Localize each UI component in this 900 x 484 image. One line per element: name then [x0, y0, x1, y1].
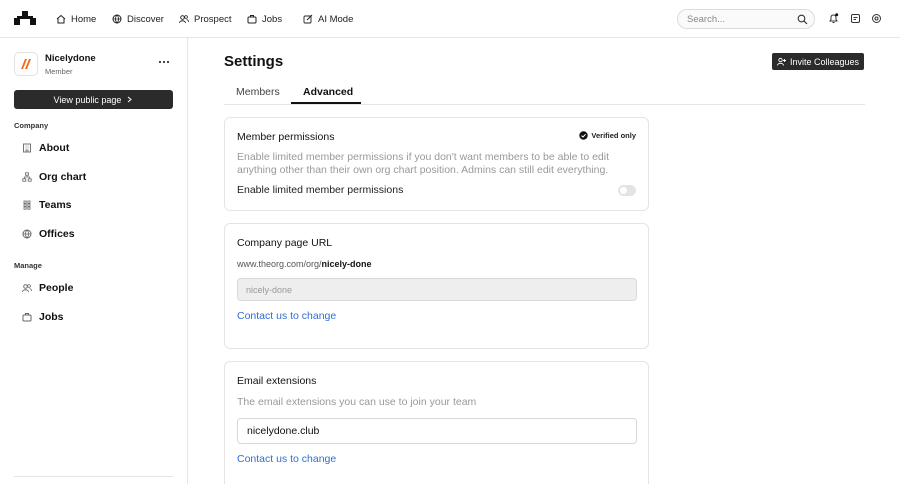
email-extensions-title: Email extensions: [237, 375, 317, 387]
tab-advanced[interactable]: Advanced: [303, 86, 353, 98]
member-permissions-title: Member permissions: [237, 131, 335, 143]
verified-only-badge: Verified only: [579, 131, 636, 140]
org-name[interactable]: Nicelydone: [45, 53, 96, 64]
url-slug: nicely-done: [321, 259, 372, 269]
org-role: Member: [45, 67, 73, 76]
nav-label: Prospect: [194, 13, 232, 25]
people-icon: [22, 284, 32, 293]
sidebar: Nicelydone Member View public page Compa…: [0, 38, 188, 484]
globe-icon: [22, 229, 32, 239]
theorg-logo[interactable]: [14, 11, 36, 25]
sidebar-item-label: People: [39, 282, 74, 294]
company-url-title: Company page URL: [237, 237, 333, 249]
home-icon: [56, 14, 66, 24]
url-prefix: www.theorg.com/org/: [237, 259, 322, 269]
org-chart-icon: [22, 172, 32, 182]
users-icon: [179, 15, 189, 24]
company-url-input[interactable]: nicely-done: [237, 278, 637, 301]
page-title: Settings: [224, 53, 284, 70]
tabs-divider: [224, 104, 865, 105]
view-public-page-button[interactable]: View public page: [14, 90, 173, 109]
limited-permissions-toggle[interactable]: [618, 185, 636, 196]
messages-icon[interactable]: [850, 13, 861, 24]
nav-label: AI Mode: [318, 13, 354, 25]
nav-ai-mode[interactable]: AI Mode: [303, 0, 353, 38]
invite-colleagues-label: Invite Colleagues: [789, 56, 860, 67]
edit-icon: [303, 14, 313, 24]
nav-prospect[interactable]: Prospect: [179, 0, 232, 38]
contact-us-link[interactable]: Contact us to change: [237, 310, 336, 322]
email-extension-input[interactable]: [237, 418, 637, 444]
invite-colleagues-button[interactable]: Invite Colleagues: [772, 53, 864, 70]
view-public-page-label: View public page: [53, 94, 122, 105]
chevron-right-icon: [128, 96, 133, 103]
briefcase-icon: [22, 313, 32, 322]
briefcase-icon: [247, 15, 257, 24]
more-options-icon[interactable]: [158, 56, 170, 68]
company-section-label: Company: [14, 121, 49, 130]
sidebar-item-label: Offices: [39, 228, 75, 240]
sidebar-item-jobs[interactable]: Jobs: [22, 308, 64, 326]
company-url-preview[interactable]: www.theorg.com/org/nicely-done: [237, 259, 372, 269]
sidebar-item-about[interactable]: About: [22, 139, 69, 157]
contact-us-link[interactable]: Contact us to change: [237, 453, 336, 465]
active-tab-indicator: [291, 102, 361, 104]
sidebar-item-label: About: [39, 142, 70, 154]
company-url-input-value: nicely-done: [246, 285, 293, 295]
nav-discover[interactable]: Discover: [112, 0, 164, 38]
manage-section-label: Manage: [14, 261, 42, 270]
settings-icon[interactable]: [871, 13, 882, 24]
search-placeholder: Search...: [687, 14, 726, 25]
sidebar-divider: [14, 476, 173, 477]
teams-icon: [23, 200, 31, 210]
sidebar-item-label: Jobs: [39, 311, 64, 323]
top-bar: Home Discover Prospect Jobs AI Mode Sear…: [0, 0, 900, 38]
bell-icon[interactable]: [828, 13, 839, 24]
sidebar-item-label: Org chart: [39, 171, 87, 183]
limited-permissions-label: Enable limited member permissions: [237, 184, 404, 196]
building-icon: [23, 143, 31, 153]
search-icon: [797, 14, 808, 25]
member-permissions-card: Member permissions Verified only Enable …: [224, 117, 649, 211]
org-logo[interactable]: [14, 52, 38, 76]
nicelydone-logo-icon: [21, 59, 31, 69]
email-extensions-card: Email extensions The email extensions yo…: [224, 361, 649, 484]
sidebar-item-people[interactable]: People: [22, 279, 73, 297]
sidebar-item-teams[interactable]: Teams: [22, 196, 72, 214]
verified-check-icon: [579, 131, 589, 140]
nav-jobs[interactable]: Jobs: [247, 0, 282, 38]
member-permissions-description: Enable limited member permissions if you…: [237, 151, 610, 176]
sidebar-item-label: Teams: [39, 199, 72, 211]
nav-label: Discover: [127, 13, 164, 25]
nav-home[interactable]: Home: [56, 0, 96, 38]
nav-label: Home: [71, 13, 97, 25]
verified-only-label: Verified only: [591, 131, 636, 140]
sidebar-item-org-chart[interactable]: Org chart: [22, 168, 86, 186]
add-user-icon: [777, 57, 786, 66]
globe-icon: [112, 14, 122, 24]
nav-label: Jobs: [262, 13, 283, 25]
company-url-card: Company page URL www.theorg.com/org/nice…: [224, 223, 649, 349]
email-extensions-description: The email extensions you can use to join…: [237, 396, 477, 408]
search-input[interactable]: Search...: [677, 9, 815, 29]
sidebar-item-offices[interactable]: Offices: [22, 225, 75, 243]
tab-members[interactable]: Members: [236, 86, 280, 98]
